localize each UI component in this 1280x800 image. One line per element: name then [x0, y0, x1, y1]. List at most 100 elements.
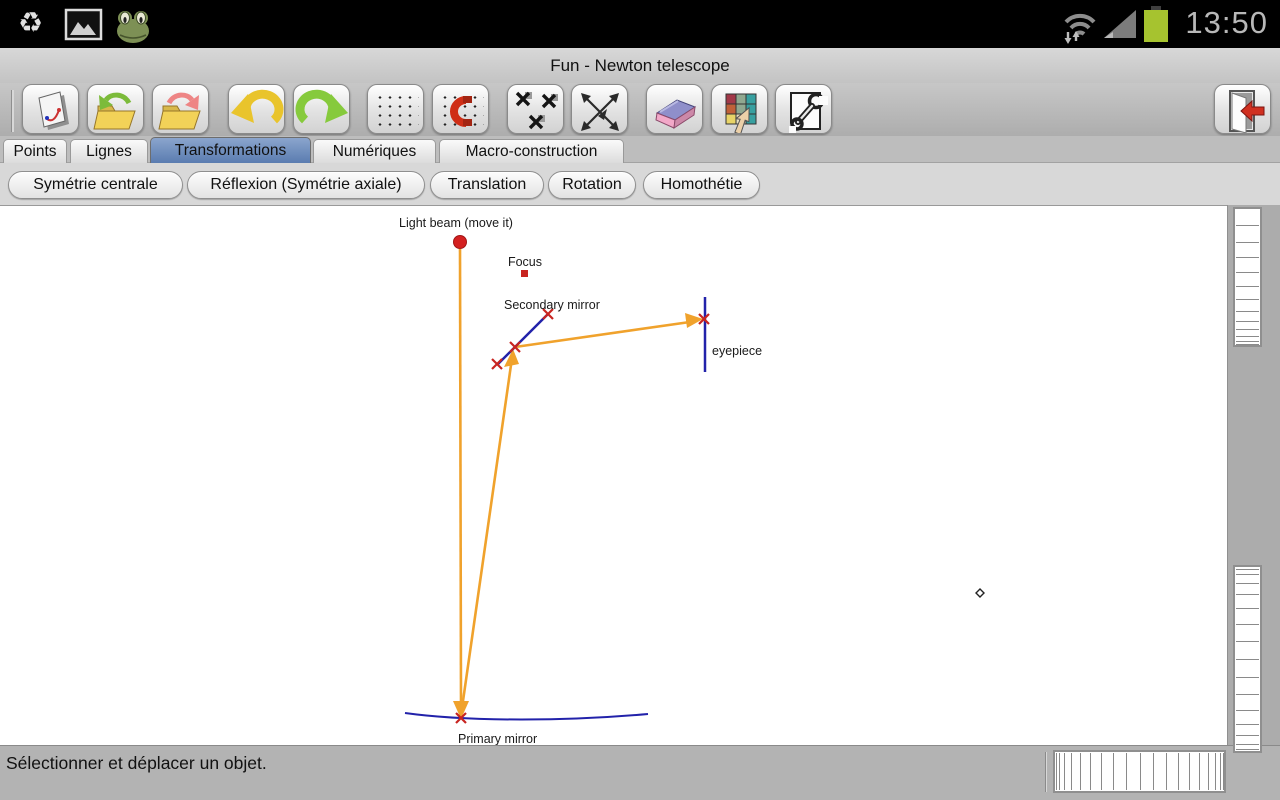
new-construction-button[interactable]: [22, 84, 79, 134]
exit-door-icon: [1215, 86, 1271, 134]
ruler-tick: [1220, 753, 1221, 790]
ruler-tick: [1236, 583, 1259, 584]
move-view-button[interactable]: [571, 84, 628, 134]
tool-translation[interactable]: Translation: [430, 171, 544, 199]
ruler-tick: [1236, 299, 1259, 300]
ruler-tick: [1236, 242, 1259, 243]
show-points-button[interactable]: [507, 84, 564, 134]
ruler-tick: [1199, 753, 1200, 790]
light-beam-label[interactable]: Light beam (move it): [399, 216, 513, 230]
ruler-tick: [1059, 753, 1060, 790]
ruler-tick: [1236, 624, 1259, 625]
arrowhead-down[interactable]: [453, 701, 469, 719]
properties-button[interactable]: [775, 84, 832, 134]
ruler-tick: [1236, 286, 1259, 287]
ruler-tick: [1236, 311, 1259, 312]
construction-canvas[interactable]: Light beam (move it) Focus Secondary mirro…: [0, 205, 1227, 745]
focus-label[interactable]: Focus: [508, 255, 542, 269]
tool-symetrie-centrale[interactable]: Symétrie centrale: [8, 171, 183, 199]
ruler-tick: [1236, 724, 1259, 725]
ruler-tick: [1166, 753, 1167, 790]
newton-telescope-construction[interactable]: Light beam (move it) Focus Secondary mirro…: [0, 206, 1227, 746]
ruler-tick: [1236, 641, 1259, 642]
ruler-tick: [1064, 753, 1065, 790]
undo-button[interactable]: [228, 84, 285, 134]
scroll-ruler-horizontal[interactable]: [1053, 750, 1226, 793]
ruler-tick: [1236, 321, 1259, 322]
redo-icon: [294, 86, 350, 134]
frog-app-icon[interactable]: [112, 7, 154, 45]
magnet-icon: [433, 86, 489, 134]
ruler-tick: [1236, 659, 1259, 660]
ruler-tick: [1236, 749, 1259, 750]
ruler-tick: [1113, 753, 1114, 790]
ruler-tick: [1236, 608, 1259, 609]
eraser-icon: [647, 86, 703, 134]
ruler-tick: [1236, 710, 1259, 711]
undo-icon: [229, 86, 285, 134]
grid-snap-button[interactable]: [432, 84, 489, 134]
light-ray-reflected[interactable]: [461, 358, 512, 715]
ruler-tick: [1236, 694, 1259, 695]
signal-icon: [1102, 8, 1138, 40]
ruler-tick: [1236, 336, 1259, 337]
grid-icon: [373, 91, 419, 129]
focus-point[interactable]: [521, 270, 528, 277]
primary-mirror-label[interactable]: Primary mirror: [458, 732, 537, 746]
light-beam-point[interactable]: [454, 236, 467, 249]
ruler-tick: [1223, 753, 1224, 790]
open-file-button[interactable]: [87, 84, 144, 134]
wifi-icon: [1058, 8, 1098, 44]
save-file-button[interactable]: [152, 84, 209, 134]
secondary-mirror-line[interactable]: [497, 314, 548, 365]
tab-numeriques[interactable]: Numériques: [313, 139, 436, 163]
secondary-mirror-label[interactable]: Secondary mirror: [504, 298, 600, 312]
scroll-ruler-vertical[interactable]: [1233, 565, 1262, 753]
ruler-tick: [1236, 594, 1259, 595]
open-file-icon: [88, 86, 144, 134]
tool-reflexion[interactable]: Réflexion (Symétrie axiale): [187, 171, 425, 199]
show-points-icon: [508, 86, 564, 134]
ruler-tick: [1236, 225, 1259, 226]
battery-icon: [1142, 4, 1170, 44]
ruler-tick: [1056, 753, 1057, 790]
status-message: Sélectionner et déplacer un objet.: [6, 753, 267, 774]
eraser-button[interactable]: [646, 84, 703, 134]
primary-mirror-arc[interactable]: [405, 713, 648, 720]
ruler-separator: [1045, 752, 1047, 792]
save-file-icon: [153, 86, 209, 134]
grid-button[interactable]: [367, 84, 424, 134]
properties-wrench-icon: [776, 86, 832, 134]
ruler-tick: [1236, 344, 1259, 345]
title-bar: Fun - Newton telescope: [0, 48, 1280, 83]
tool-homothetie[interactable]: Homothétie: [643, 171, 760, 199]
tab-macro-construction[interactable]: Macro-construction: [439, 139, 624, 163]
ruler-tick: [1215, 753, 1216, 790]
appearance-button[interactable]: [711, 84, 768, 134]
window-title: Fun - Newton telescope: [550, 56, 730, 76]
ruler-tick: [1153, 753, 1154, 790]
android-status-bar: ♻ 13:50: [0, 0, 1280, 48]
tab-transformations[interactable]: Transformations: [150, 137, 311, 163]
exit-button[interactable]: [1214, 84, 1271, 134]
ruler-tick: [1090, 753, 1091, 790]
tab-lignes[interactable]: Lignes: [70, 139, 148, 163]
appearance-palette-icon: [712, 86, 768, 134]
gallery-icon[interactable]: [64, 8, 104, 42]
zoom-ruler-vertical-top[interactable]: [1233, 207, 1262, 347]
redo-button[interactable]: [293, 84, 350, 134]
recycle-icon[interactable]: ♻: [18, 6, 43, 39]
free-point[interactable]: [976, 589, 984, 597]
ruler-tick: [1236, 272, 1259, 273]
tab-points[interactable]: Points: [3, 139, 67, 163]
ruler-tick: [1236, 677, 1259, 678]
light-ray-incoming[interactable]: [460, 249, 461, 706]
ruler-tick: [1236, 341, 1259, 342]
ruler-tick: [1236, 569, 1259, 570]
clock: 13:50: [1185, 5, 1268, 41]
new-construction-icon: [23, 86, 79, 134]
ruler-tick: [1140, 753, 1141, 790]
tool-rotation[interactable]: Rotation: [548, 171, 636, 199]
light-ray-to-eyepiece[interactable]: [515, 321, 697, 347]
eyepiece-label[interactable]: eyepiece: [712, 344, 762, 358]
